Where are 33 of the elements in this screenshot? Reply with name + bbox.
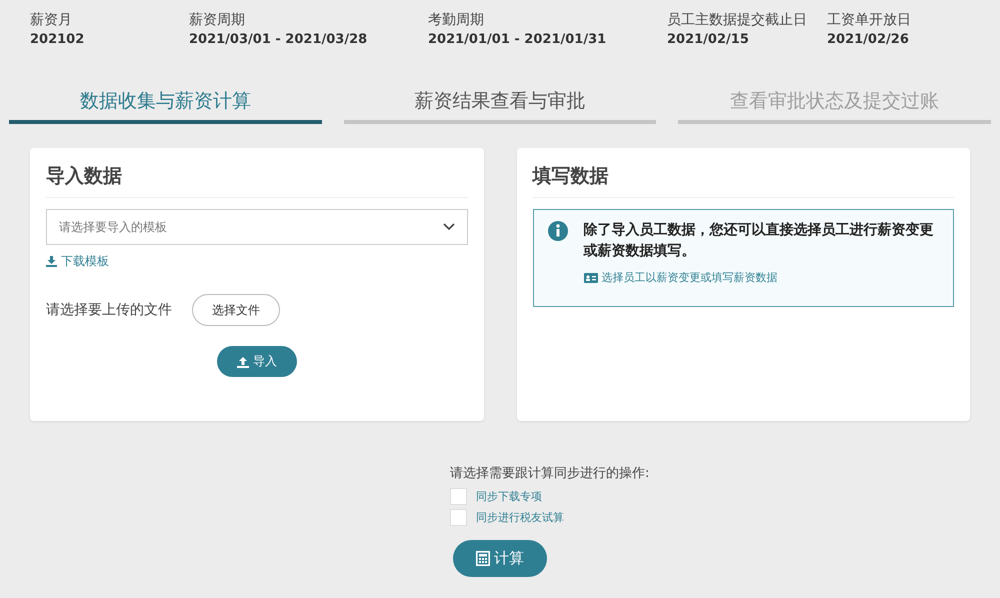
header-label: 员工主数据提交截止日 [667, 11, 808, 29]
header-label: 薪资周期 [189, 11, 246, 29]
id-card-icon [584, 272, 598, 282]
header-value: 2021/02/15 [667, 32, 750, 47]
template-select[interactable]: 请选择要导入的模板 [46, 209, 468, 245]
select-employee-link[interactable]: 选择员工以薪资变更或填写薪资数据 [584, 270, 939, 285]
header-label: 考勤周期 [428, 11, 485, 29]
header-value: 2021/02/26 [827, 32, 910, 47]
header-label: 工资单开放日 [827, 11, 911, 29]
info-message: 除了导入员工数据，您还可以直接选择员工进行薪资变更或薪资数据填写。 [584, 220, 934, 261]
upload-label: 请选择要上传的文件 [46, 301, 172, 319]
step-tab[interactable]: 数据收集与薪资计算 [9, 88, 322, 124]
info-icon [548, 221, 568, 241]
option-label: 同步进行税友试算 [476, 510, 564, 525]
chevron-down-icon [442, 223, 454, 231]
upload-icon [236, 356, 249, 368]
choose-file-button[interactable]: 选择文件 [192, 294, 280, 326]
header-value: 202102 [30, 32, 86, 47]
download-link[interactable]: 下载模板 [46, 253, 109, 270]
option-label: 同步下载专项 [476, 489, 542, 504]
import-button[interactable]: 导入 [216, 346, 297, 377]
step-tab[interactable]: 薪资结果查看与审批 [344, 88, 656, 124]
header-label: 薪资月 [30, 11, 73, 29]
checkbox[interactable] [450, 509, 467, 526]
calc-prompt: 请选择需要跟计算同步进行的操作: [450, 465, 650, 482]
calculator-icon [476, 551, 490, 566]
header-value: 2021/03/01 - 2021/03/28 [189, 32, 368, 47]
checkbox[interactable] [450, 488, 467, 505]
card-title: 填写数据 [532, 163, 954, 198]
card-title: 导入数据 [46, 163, 468, 198]
calculate-button[interactable]: 计算 [453, 540, 547, 577]
download-icon [46, 256, 57, 267]
header-value: 2021/01/01 - 2021/01/31 [428, 32, 608, 47]
